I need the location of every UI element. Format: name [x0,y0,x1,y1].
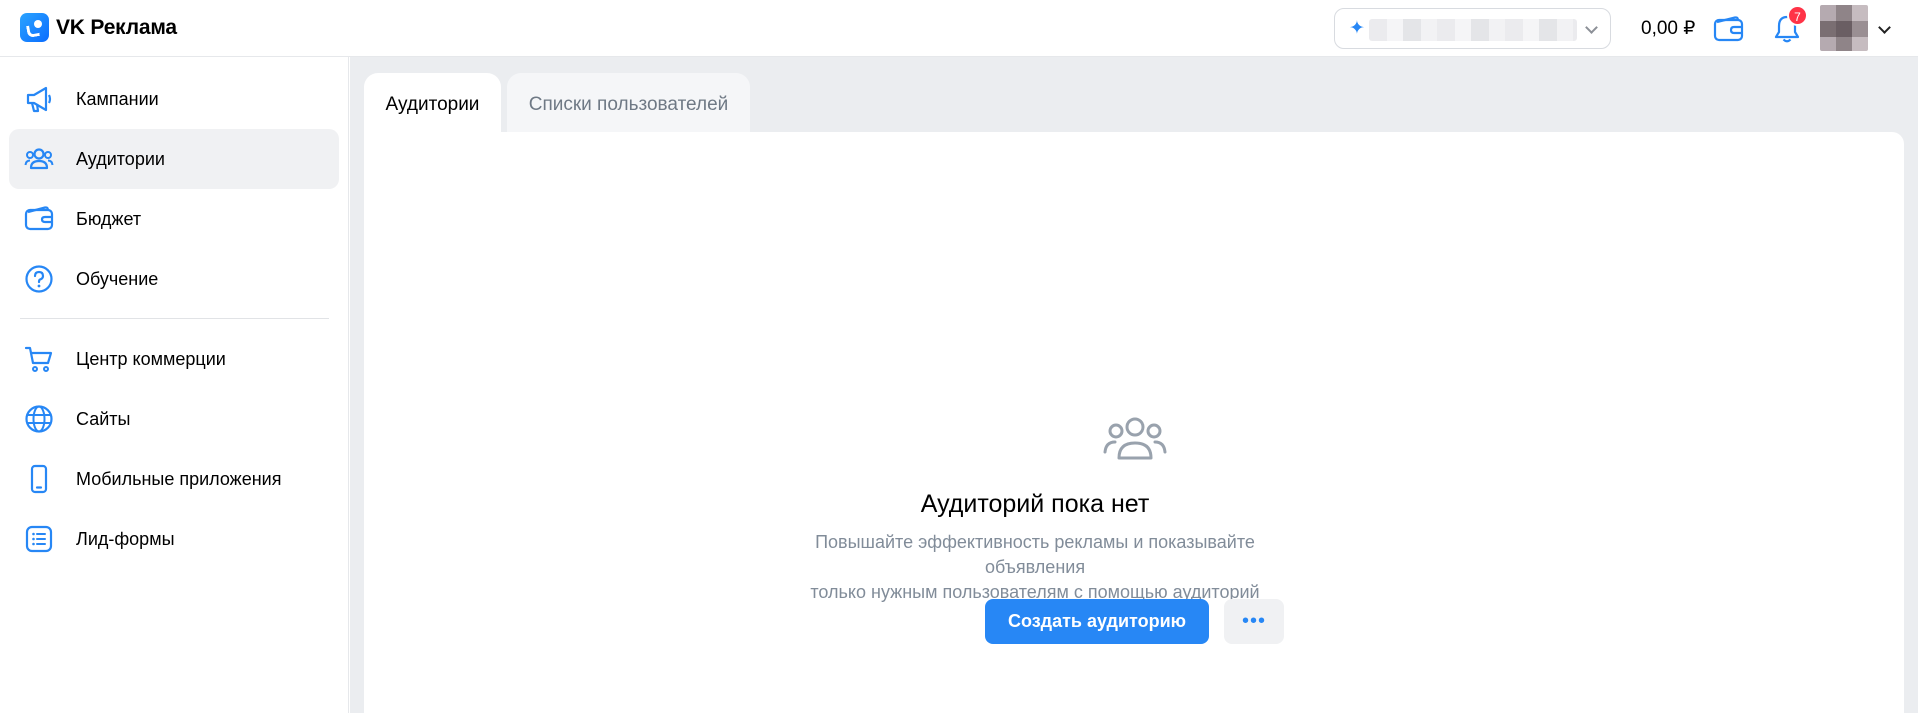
sidebar-item-mobile-apps[interactable]: Мобильные приложения [9,449,339,509]
sidebar-divider [20,318,329,319]
sidebar-item-budget[interactable]: Бюджет [9,189,339,249]
sidebar-item-label: Мобильные приложения [76,469,282,489]
empty-state-description-line: Повышайте эффективность рекламы и показы… [815,532,1255,577]
create-audience-button[interactable]: Создать аудиторию [985,599,1209,644]
cart-icon [24,346,53,372]
sidebar-item-label: Сайты [76,409,131,429]
users-icon [1103,417,1167,460]
top-header: VK Реклама ✦ 0,00 ₽ 7 [0,0,1918,57]
avatar[interactable] [1820,5,1868,51]
sidebar-item-sites[interactable]: Сайты [9,389,339,449]
wallet-icon [24,206,54,231]
sparkle-icon: ✦ [1349,18,1365,39]
account-selector[interactable]: ✦ [1334,8,1611,49]
sidebar-item-label: Кампании [76,89,159,109]
balance-amount[interactable]: 0,00 ₽ [1641,17,1695,40]
chevron-down-icon [1585,21,1598,34]
sidebar-item-commerce-center[interactable]: Центр коммерции [9,329,339,389]
sidebar-item-label: Аудитории [76,149,165,169]
sidebar-item-lead-forms[interactable]: Лид-формы [9,509,339,569]
account-name-blurred [1369,19,1577,41]
vk-ads-logo-icon [20,13,49,42]
smartphone-icon [30,464,48,494]
sidebar-item-campaigns[interactable]: Кампании [9,69,339,129]
notification-badge: 7 [1787,5,1808,26]
app-name: VK Реклама [56,15,177,39]
list-icon [25,525,53,553]
chevron-down-icon[interactable] [1878,21,1891,34]
megaphone-icon [26,86,52,113]
globe-icon [25,405,53,433]
users-icon [24,148,54,170]
sidebar-item-label: Обучение [76,269,159,289]
sidebar: Кампании Аудитории Бюджет Обучение Центр… [0,57,349,713]
empty-state-title: Аудиторий пока нет [920,490,1150,518]
app-logo[interactable]: VK Реклама [20,13,177,42]
sidebar-item-learning[interactable]: Обучение [9,249,339,309]
wallet-icon[interactable] [1713,15,1745,43]
sidebar-item-label: Бюджет [76,209,142,229]
sidebar-item-audiences[interactable]: Аудитории [9,129,339,189]
sidebar-item-label: Центр коммерции [76,349,226,369]
more-options-button[interactable]: ••• [1224,599,1284,644]
empty-state-description: Повышайте эффективность рекламы и показы… [800,530,1270,605]
question-icon [25,265,53,293]
sidebar-item-label: Лид-формы [76,529,175,549]
